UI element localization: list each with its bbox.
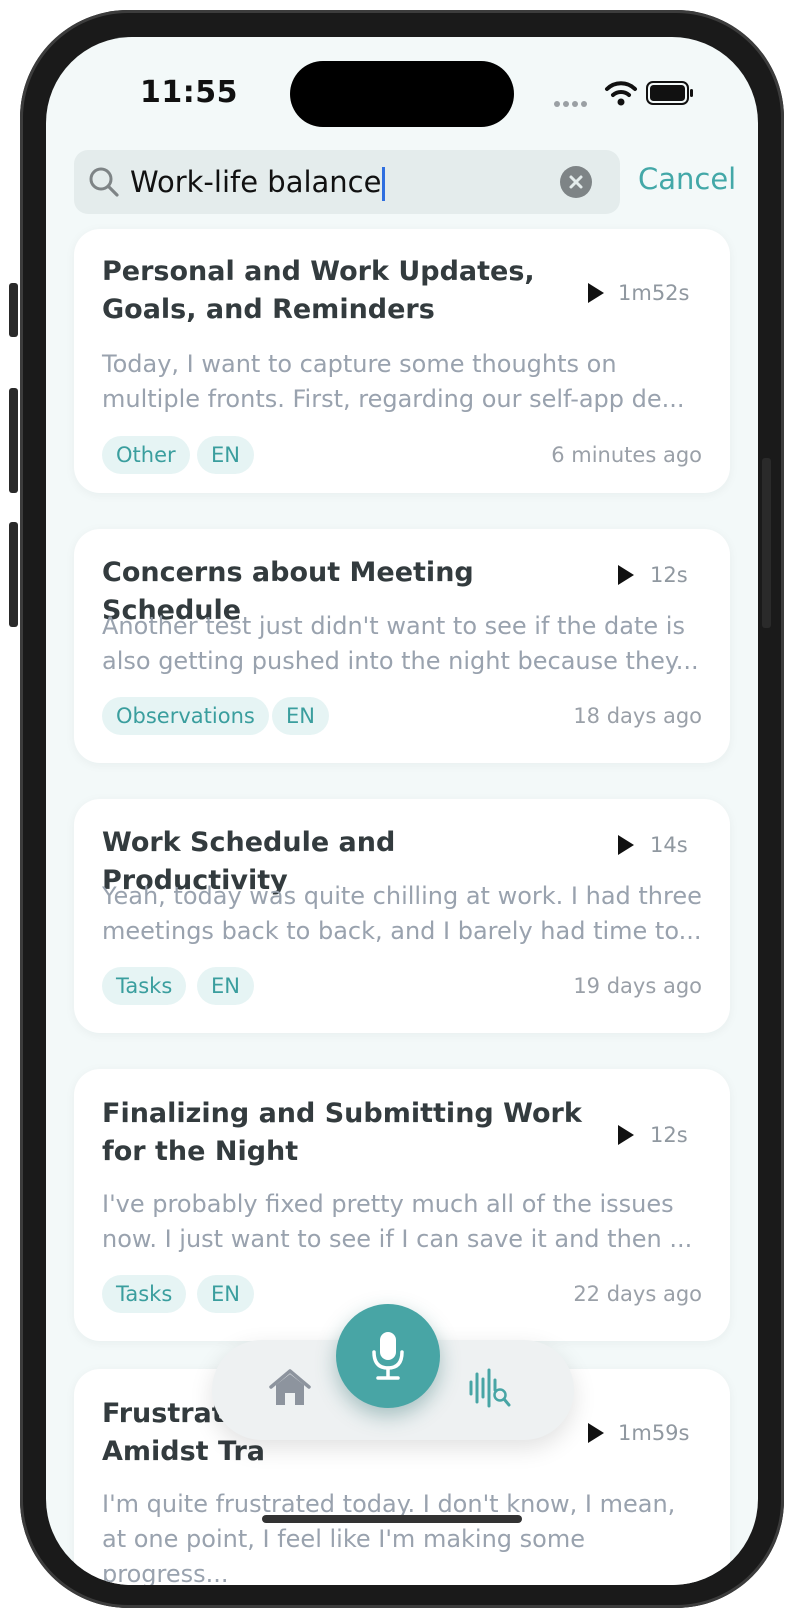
category-tag: Other (102, 436, 190, 474)
close-icon (569, 175, 583, 189)
home-icon[interactable] (268, 1368, 312, 1408)
recording-duration: 1m52s (618, 281, 690, 305)
battery-icon (646, 81, 693, 105)
recording-card[interactable]: Finalizing and Submitting Work for the N… (74, 1069, 730, 1341)
recording-age: 6 minutes ago (551, 443, 702, 467)
recording-card[interactable]: Concerns about Meeting Schedule 12s Anot… (74, 529, 730, 763)
search-icon (89, 167, 119, 197)
silent-switch (9, 283, 18, 337)
recording-card[interactable]: Work Schedule and Productivity 14s Yeah,… (74, 799, 730, 1033)
status-time: 11:55 (140, 75, 238, 110)
recording-age: 19 days ago (573, 974, 702, 998)
recording-excerpt: Yeah, today was quite chilling at work. … (102, 882, 702, 945)
wifi-icon (605, 81, 637, 106)
volume-down-button (9, 522, 18, 627)
text-cursor (382, 167, 386, 201)
language-tag: EN (272, 697, 329, 735)
search-query: Work-life balance (130, 165, 382, 199)
recording-excerpt: I'm quite frustrated today. I don't know… (102, 1490, 676, 1585)
power-button (762, 458, 771, 628)
language-tag: EN (197, 1275, 254, 1313)
recording-duration: 12s (650, 563, 688, 587)
recording-duration: 12s (650, 1123, 688, 1147)
play-icon[interactable] (618, 565, 634, 585)
play-icon[interactable] (618, 1125, 634, 1145)
record-button[interactable] (336, 1304, 440, 1408)
recording-age: 22 days ago (573, 1282, 702, 1306)
recording-excerpt: Today, I want to capture some thoughts o… (102, 350, 685, 413)
recording-duration: 14s (650, 833, 688, 857)
home-indicator[interactable] (262, 1515, 522, 1523)
voice-search-icon[interactable] (468, 1368, 512, 1408)
language-tag: EN (197, 436, 254, 474)
recording-excerpt: I've probably fixed pretty much all of t… (102, 1190, 693, 1253)
recording-duration: 1m59s (618, 1421, 690, 1445)
cellular-dots-icon (554, 92, 594, 107)
status-icons (554, 79, 694, 109)
category-tag: Tasks (102, 1275, 187, 1313)
microphone-icon (372, 1332, 404, 1380)
play-icon[interactable] (588, 1423, 604, 1443)
dynamic-island (290, 61, 514, 127)
category-tag: Observations (102, 697, 269, 735)
app-screen: 11:55 Work-life balance Cancel Personal … (46, 37, 758, 1585)
play-icon[interactable] (588, 283, 604, 303)
recording-excerpt: Another test just didn't want to see if … (102, 612, 699, 675)
recording-title: Personal and Work Updates, Goals, and Re… (102, 256, 535, 325)
category-tag: Tasks (102, 967, 187, 1005)
play-icon[interactable] (618, 835, 634, 855)
recording-title: Finalizing and Submitting Work for the N… (102, 1098, 582, 1167)
cancel-button[interactable]: Cancel (638, 161, 736, 197)
clear-search-button[interactable] (560, 166, 592, 198)
language-tag: EN (197, 967, 254, 1005)
search-field[interactable]: Work-life balance (74, 150, 620, 214)
search-input[interactable]: Work-life balance (130, 164, 386, 201)
recording-card[interactable]: Personal and Work Updates, Goals, and Re… (74, 229, 730, 493)
recording-age: 18 days ago (573, 704, 702, 728)
volume-up-button (9, 388, 18, 493)
